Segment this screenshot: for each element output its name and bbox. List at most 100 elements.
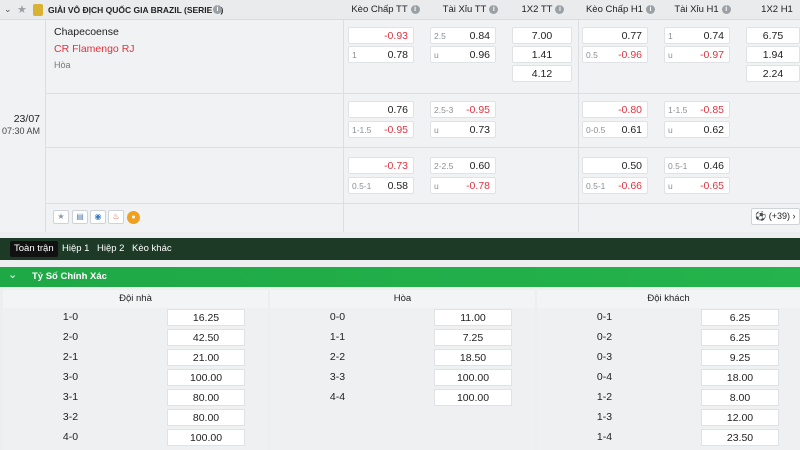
odds-value: 0.77 bbox=[621, 30, 642, 42]
odds-value: -0.65 bbox=[700, 180, 724, 192]
away-team[interactable]: CR Flamengo RJ bbox=[54, 43, 135, 55]
score-odds-button[interactable]: 80.00 bbox=[167, 409, 245, 426]
odds-cell-ou[interactable]: u 0.96 bbox=[430, 46, 496, 63]
odds-cell-ou[interactable]: 2.5 0.84 bbox=[430, 27, 496, 44]
odds-cell-1x2[interactable]: 1.41 bbox=[512, 46, 572, 63]
divider bbox=[45, 93, 800, 94]
odds-cell-hc[interactable]: -0.73 bbox=[348, 157, 414, 174]
score-odds-button[interactable]: 100.00 bbox=[167, 369, 245, 386]
score-row: 1-2 8.00 bbox=[537, 388, 800, 407]
odds-cell-ou1[interactable]: u -0.65 bbox=[664, 177, 730, 194]
score-odds-button[interactable]: 6.25 bbox=[701, 309, 779, 326]
odds-cell-ou1[interactable]: 1 0.74 bbox=[664, 27, 730, 44]
tab-full-match[interactable]: Toàn trận bbox=[10, 241, 58, 257]
odds-value: 7.00 bbox=[531, 30, 553, 42]
odds-cell-ou1[interactable]: u -0.97 bbox=[664, 46, 730, 63]
tab-second-half[interactable]: Hiệp 2 bbox=[93, 241, 128, 257]
info-icon[interactable]: i bbox=[555, 4, 565, 14]
more-markets-button[interactable]: ⚽ (+39) › bbox=[751, 208, 800, 225]
score-odds-button[interactable]: 16.25 bbox=[167, 309, 245, 326]
odds-value: -0.80 bbox=[618, 104, 642, 116]
odds-cell-hc[interactable]: 1-1.5 -0.95 bbox=[348, 121, 414, 138]
score-label: 3-1 bbox=[62, 391, 79, 403]
odds-cell-ou1[interactable]: 0.5-1 0.46 bbox=[664, 157, 730, 174]
odds-cell-1x2-h1[interactable]: 6.75 bbox=[746, 27, 800, 44]
info-icon[interactable]: i bbox=[721, 4, 731, 14]
odds-value: -0.73 bbox=[384, 160, 408, 172]
correct-score-section-header[interactable]: ⌄ Tỷ Số Chính Xác bbox=[0, 267, 800, 287]
score-odds-button[interactable]: 18.00 bbox=[701, 369, 779, 386]
odds-value: 6.75 bbox=[762, 30, 784, 42]
handicap-line: 0.5-1 bbox=[668, 161, 688, 171]
score-odds-button[interactable]: 12.00 bbox=[701, 409, 779, 426]
score-odds-button[interactable]: 6.25 bbox=[701, 329, 779, 346]
handicap-line: u bbox=[434, 181, 439, 191]
star-icon[interactable]: ★ bbox=[53, 210, 69, 224]
odds-value: 0.50 bbox=[621, 160, 642, 172]
info-icon[interactable]: i bbox=[646, 4, 656, 14]
odds-cell-hc1[interactable]: 0.77 bbox=[582, 27, 648, 44]
star-icon[interactable]: ★ bbox=[17, 3, 27, 16]
league-title[interactable]: GIẢI VÔ ĐỊCH QUỐC GIA BRAZIL (SERIE A) bbox=[48, 0, 223, 20]
odds-cell-hc[interactable]: 1 0.78 bbox=[348, 46, 414, 63]
score-label: 2-1 bbox=[62, 351, 79, 363]
odds-cell-hc[interactable]: -0.93 bbox=[348, 27, 414, 44]
odds-cell-1x2-h1[interactable]: 2.24 bbox=[746, 65, 800, 82]
score-odds-button[interactable]: 7.25 bbox=[434, 329, 512, 346]
odds-cell-ou[interactable]: 2-2.5 0.60 bbox=[430, 157, 496, 174]
handicap-line: u bbox=[434, 125, 439, 135]
score-odds-button[interactable]: 11.00 bbox=[434, 309, 512, 326]
info-icon[interactable]: i bbox=[489, 4, 499, 14]
odds-cell-hc[interactable]: 0.76 bbox=[348, 101, 414, 118]
odds-value: 0.62 bbox=[703, 124, 724, 136]
odds-cell-hc[interactable]: 0.5-1 0.58 bbox=[348, 177, 414, 194]
odds-cell-ou[interactable]: 2.5-3 -0.95 bbox=[430, 101, 496, 118]
odds-value: -0.78 bbox=[466, 180, 490, 192]
odds-cell-hc1[interactable]: 0.50 bbox=[582, 157, 648, 174]
score-row: 1-1 7.25 bbox=[270, 328, 535, 347]
odds-cell-hc1[interactable]: 0.5-1 -0.66 bbox=[582, 177, 648, 194]
stats-icon[interactable]: ▤ bbox=[72, 210, 88, 224]
odds-cell-hc1[interactable]: 0-0.5 0.61 bbox=[582, 121, 648, 138]
score-odds-button[interactable]: 23.50 bbox=[701, 429, 779, 446]
score-label: 0-1 bbox=[596, 311, 613, 323]
info-icon[interactable]: i bbox=[410, 4, 420, 14]
odds-cell-ou1[interactable]: u 0.62 bbox=[664, 121, 730, 138]
handicap-line: 2.5-3 bbox=[434, 105, 454, 115]
odds-cell-ou[interactable]: u -0.78 bbox=[430, 177, 496, 194]
col-header-handicap-h1: Kèo Chấp H1 i bbox=[578, 0, 663, 20]
score-odds-button[interactable]: 9.25 bbox=[701, 349, 779, 366]
score-odds-button[interactable]: 100.00 bbox=[434, 369, 512, 386]
tab-other-markets[interactable]: Kèo khác bbox=[128, 241, 176, 257]
odds-cell-1x2-h1[interactable]: 1.94 bbox=[746, 46, 800, 63]
odds-cell-ou[interactable]: u 0.73 bbox=[430, 121, 496, 138]
score-odds-button[interactable]: 21.00 bbox=[167, 349, 245, 366]
home-team[interactable]: Chapecoense bbox=[54, 26, 119, 38]
score-row: 2-1 21.00 bbox=[3, 348, 268, 367]
odds-cell-1x2[interactable]: 7.00 bbox=[512, 27, 572, 44]
tab-first-half[interactable]: Hiệp 1 bbox=[58, 241, 93, 257]
fire-icon[interactable]: ♨ bbox=[108, 210, 124, 224]
odds-cell-hc1[interactable]: 0.5 -0.96 bbox=[582, 46, 648, 63]
score-odds-button[interactable]: 18.50 bbox=[434, 349, 512, 366]
ball-icon: ⚽ bbox=[755, 211, 767, 221]
score-row: 2-0 42.50 bbox=[3, 328, 268, 347]
collapse-chevron-icon[interactable]: ⌄ bbox=[4, 4, 12, 15]
score-odds-button[interactable]: 100.00 bbox=[167, 429, 245, 446]
odds-cell-ou1[interactable]: 1-1.5 -0.85 bbox=[664, 101, 730, 118]
odds-value: 0.76 bbox=[387, 104, 408, 116]
info-icon[interactable]: i bbox=[213, 5, 222, 14]
eye-icon[interactable]: ◉ bbox=[90, 210, 106, 224]
score-odds-button[interactable]: 80.00 bbox=[167, 389, 245, 406]
col-header-1x2-h1: 1X2 H1 bbox=[761, 4, 793, 15]
score-odds-button[interactable]: 100.00 bbox=[434, 389, 512, 406]
match-date: 23/07 bbox=[13, 113, 40, 125]
col-header-ou-ft: Tài Xỉu TT i bbox=[428, 0, 513, 20]
odds-cell-1x2[interactable]: 4.12 bbox=[512, 65, 572, 82]
odds-cell-hc1[interactable]: -0.80 bbox=[582, 101, 648, 118]
odds-value: 4.12 bbox=[531, 68, 553, 80]
live-icon[interactable]: ● bbox=[127, 211, 140, 224]
score-odds-button[interactable]: 42.50 bbox=[167, 329, 245, 346]
score-odds-button[interactable]: 8.00 bbox=[701, 389, 779, 406]
handicap-line: 0.5-1 bbox=[352, 181, 372, 191]
